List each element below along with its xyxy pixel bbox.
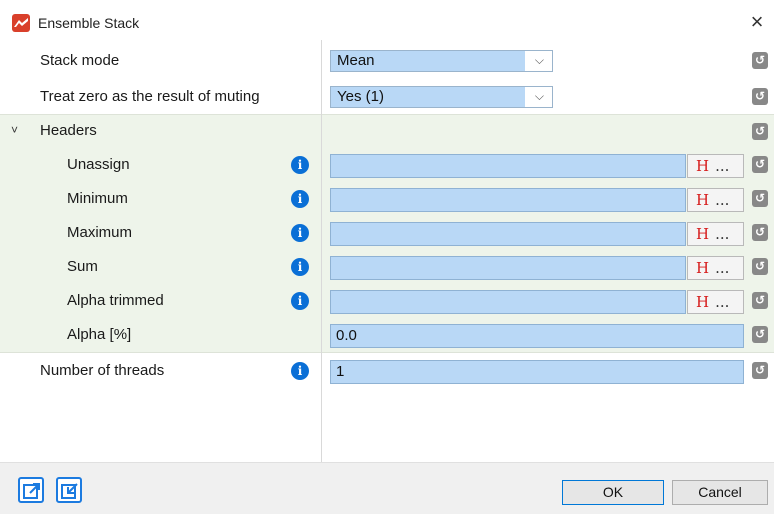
alpha-percent-input[interactable]: 0.0: [330, 324, 744, 348]
dialog-footer: OK Cancel: [0, 462, 774, 514]
info-icon[interactable]: i: [291, 362, 309, 380]
threads-input[interactable]: 1: [330, 360, 744, 384]
property-grid: Stack mode Mean ⌵ ↺ Treat zero as the re…: [0, 40, 774, 462]
stack-mode-value: Mean: [331, 51, 525, 71]
alpha-percent-label: Alpha [%]: [67, 326, 132, 343]
column-divider: [321, 40, 322, 462]
ok-button[interactable]: OK: [562, 480, 664, 505]
header-picker-button[interactable]: H...: [687, 290, 744, 314]
import-icon[interactable]: [56, 477, 82, 503]
alpha-trimmed-input[interactable]: [330, 290, 686, 314]
reset-icon[interactable]: ↺: [752, 326, 768, 343]
stack-mode-select[interactable]: Mean ⌵: [330, 50, 553, 72]
minimum-input[interactable]: [330, 188, 686, 212]
unassign-input[interactable]: [330, 154, 686, 178]
treat-zero-value: Yes (1): [331, 87, 525, 107]
row-threads: Number of threads i 1 ↺: [0, 354, 774, 388]
row-unassign: Unassign i H... ↺: [0, 148, 774, 182]
minimum-label: Minimum: [67, 190, 128, 207]
sum-input[interactable]: [330, 256, 686, 280]
reset-icon[interactable]: ↺: [752, 156, 768, 173]
row-treat-zero: Treat zero as the result of muting Yes (…: [0, 80, 774, 114]
app-logo-icon: [12, 14, 30, 32]
title-bar: Ensemble Stack ×: [0, 0, 774, 40]
reset-icon[interactable]: ↺: [752, 258, 768, 275]
info-icon[interactable]: i: [291, 258, 309, 276]
headers-label: Headers: [40, 122, 97, 139]
header-picker-button[interactable]: H...: [687, 256, 744, 280]
cancel-button[interactable]: Cancel: [672, 480, 768, 505]
reset-icon[interactable]: ↺: [752, 123, 768, 140]
row-minimum: Minimum i H... ↺: [0, 182, 774, 216]
info-icon[interactable]: i: [291, 156, 309, 174]
window-title: Ensemble Stack: [38, 15, 140, 31]
sum-label: Sum: [67, 258, 98, 275]
treat-zero-label: Treat zero as the result of muting: [40, 88, 260, 105]
divider: [0, 352, 774, 353]
row-headers[interactable]: ˅ Headers ↺: [0, 115, 774, 148]
threads-label: Number of threads: [40, 362, 165, 379]
row-stack-mode: Stack mode Mean ⌵ ↺: [0, 44, 774, 78]
close-icon[interactable]: ×: [746, 10, 768, 34]
row-alpha-percent: Alpha [%] 0.0 ↺: [0, 318, 774, 352]
chevron-down-icon[interactable]: ⌵: [535, 89, 544, 104]
chevron-down-icon[interactable]: ˅: [11, 123, 18, 137]
stack-mode-label: Stack mode: [40, 52, 120, 69]
reset-icon[interactable]: ↺: [752, 224, 768, 241]
chevron-down-icon[interactable]: ⌵: [535, 53, 544, 68]
header-picker-button[interactable]: H...: [687, 154, 744, 178]
info-icon[interactable]: i: [291, 292, 309, 310]
reset-icon[interactable]: ↺: [752, 190, 768, 207]
row-maximum: Maximum i H... ↺: [0, 216, 774, 250]
export-icon[interactable]: [18, 477, 44, 503]
reset-icon[interactable]: ↺: [752, 292, 768, 309]
header-picker-button[interactable]: H...: [687, 222, 744, 246]
info-icon[interactable]: i: [291, 224, 309, 242]
row-sum: Sum i H... ↺: [0, 250, 774, 284]
treat-zero-select[interactable]: Yes (1) ⌵: [330, 86, 553, 108]
maximum-label: Maximum: [67, 224, 133, 241]
row-alpha-trimmed: Alpha trimmed i H... ↺: [0, 284, 774, 318]
header-picker-button[interactable]: H...: [687, 188, 744, 212]
reset-icon[interactable]: ↺: [752, 362, 768, 379]
reset-icon[interactable]: ↺: [752, 88, 768, 105]
reset-icon[interactable]: ↺: [752, 52, 768, 69]
maximum-input[interactable]: [330, 222, 686, 246]
info-icon[interactable]: i: [291, 190, 309, 208]
alpha-trimmed-label: Alpha trimmed: [67, 292, 164, 309]
unassign-label: Unassign: [67, 156, 130, 173]
